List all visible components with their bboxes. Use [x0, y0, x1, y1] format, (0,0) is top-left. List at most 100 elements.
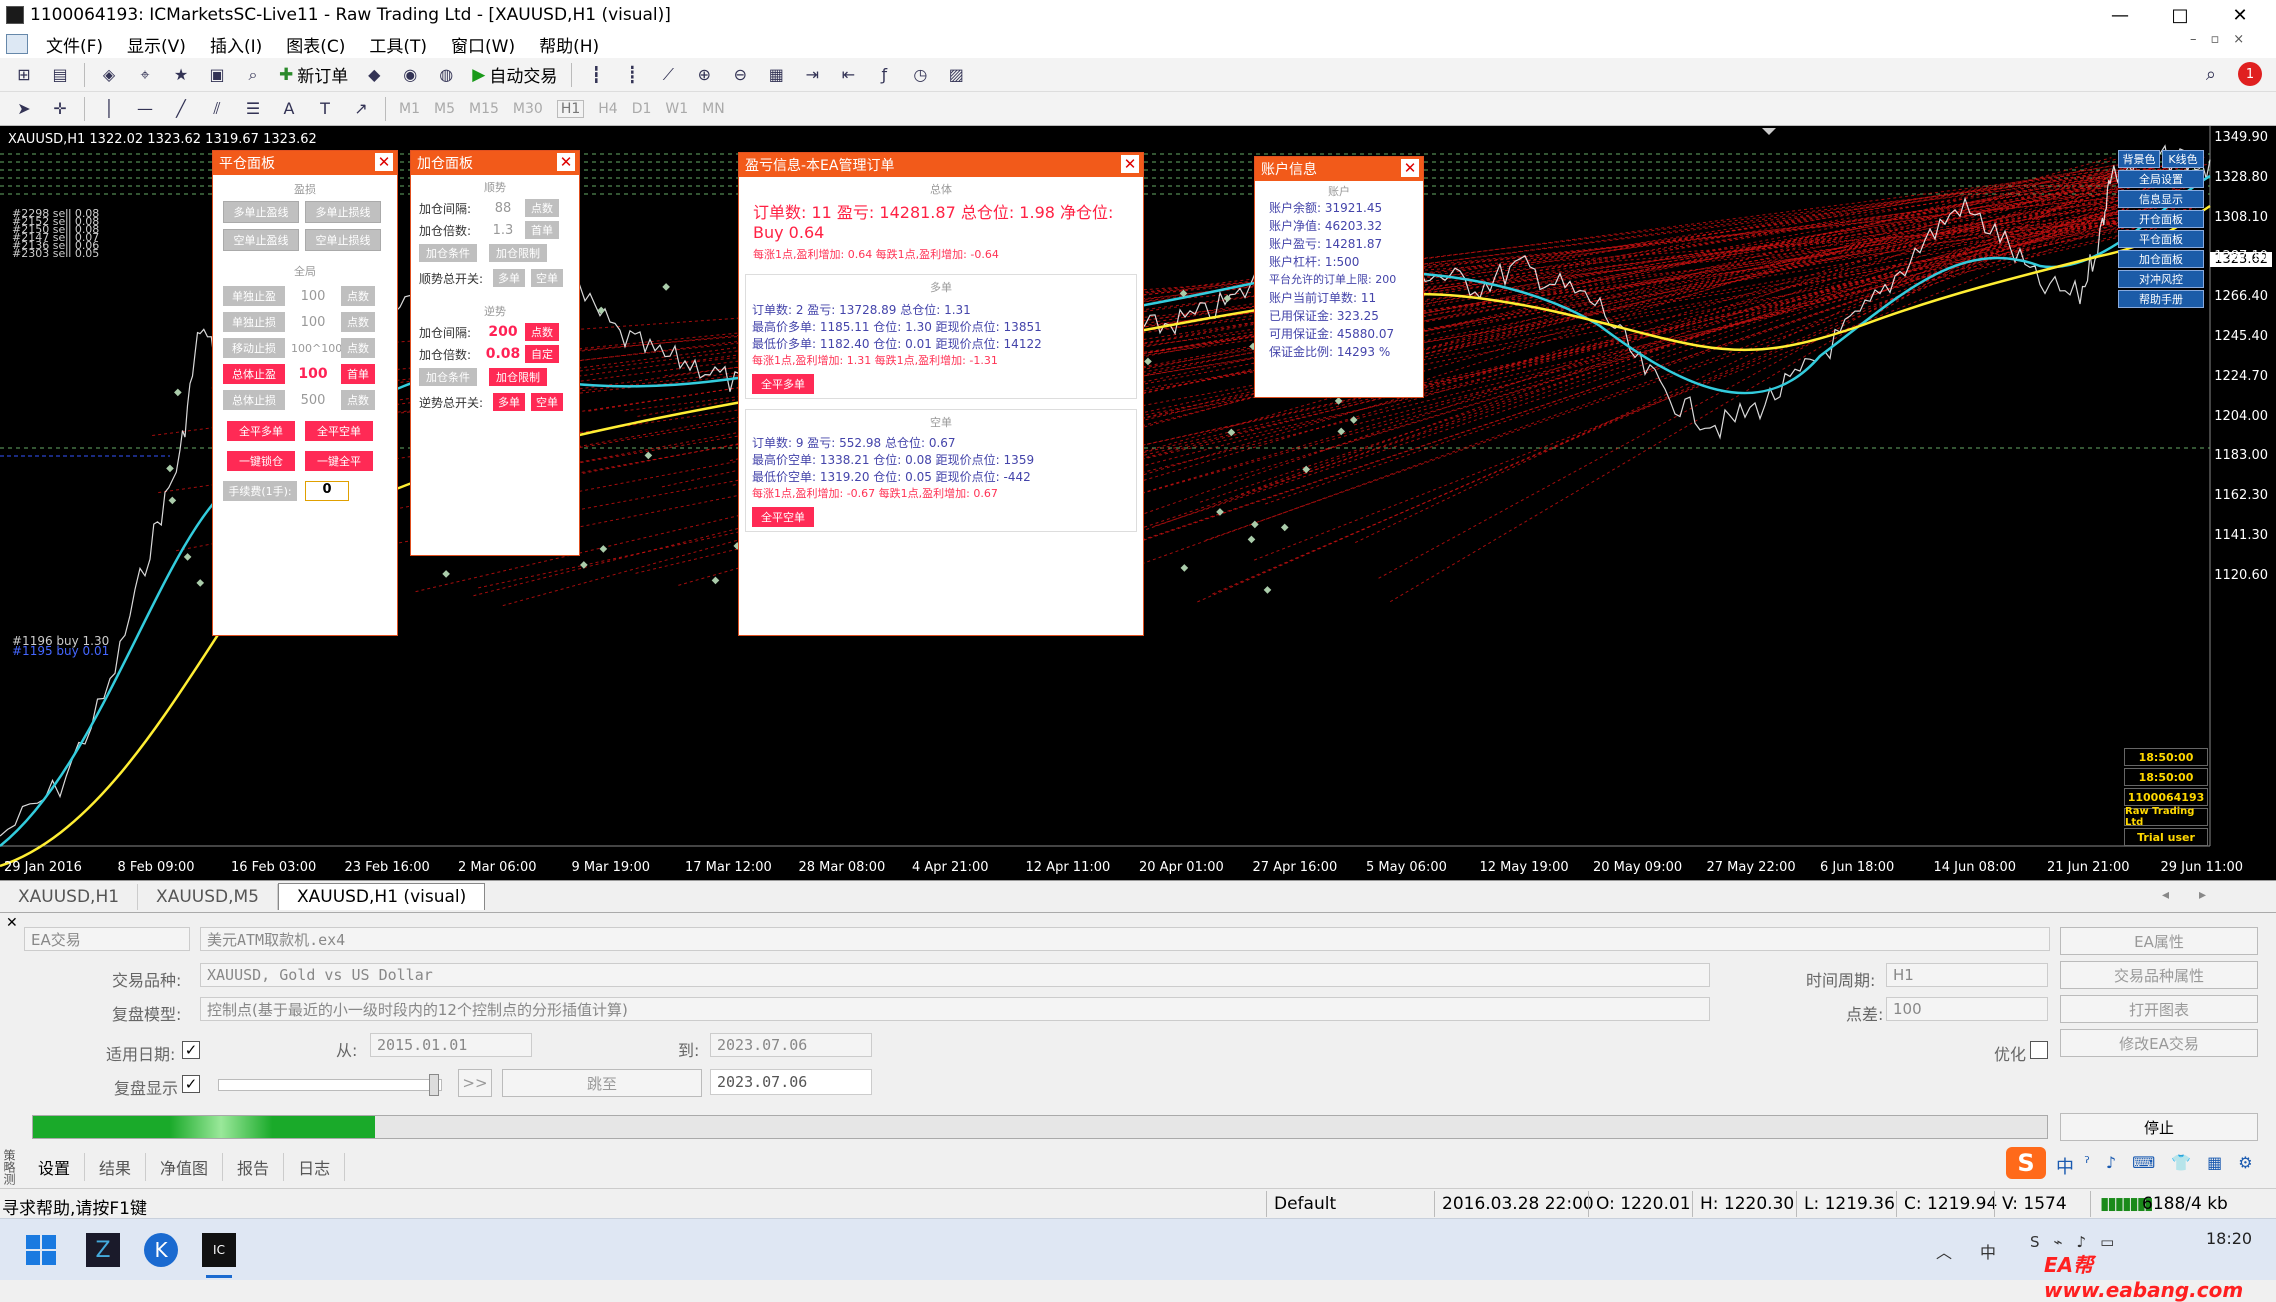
ea-type-select[interactable]: EA交易 — [24, 927, 190, 951]
counter-spacing-value[interactable]: 200 — [481, 324, 525, 340]
auto-trading-button[interactable]: ▶ 自动交易 — [472, 62, 557, 88]
chart-shift-icon[interactable]: ⇥ — [798, 61, 826, 89]
symbol-properties-button[interactable]: 交易品种属性 — [2060, 961, 2258, 989]
total-sl-button[interactable]: 总体止损 — [223, 390, 285, 410]
candlestick-icon[interactable]: ┋ — [618, 61, 646, 89]
model-select[interactable]: 控制点(基于最近的小一级时段内的12个控制点的分形插值计算) — [200, 997, 1710, 1021]
strategy-tester-icon[interactable]: ⌕ — [239, 61, 267, 89]
help-manual-button[interactable]: 帮助手册 — [2118, 290, 2204, 308]
ea-properties-button[interactable]: EA属性 — [2060, 927, 2258, 955]
background-color-button[interactable]: 背景色 — [2118, 150, 2160, 168]
taskbar-mt4-icon[interactable]: IC — [202, 1233, 236, 1267]
ime-toolbar-icons[interactable]: ˀ♪⌨👕▦⚙ — [2084, 1153, 2269, 1172]
autoscroll-icon[interactable]: ⇤ — [834, 61, 862, 89]
total-tp-unit[interactable]: 首单 — [341, 364, 375, 384]
total-sl-value[interactable]: 500 — [291, 393, 335, 408]
channel-icon[interactable]: ⫽ — [203, 95, 231, 123]
tab-report[interactable]: 报告 — [223, 1153, 285, 1181]
fee-input[interactable]: 0 — [305, 481, 349, 501]
single-sl-value[interactable]: 100 — [291, 315, 335, 330]
tf-d1[interactable]: D1 — [632, 101, 652, 117]
menu-window[interactable]: 窗口(W) — [439, 32, 527, 57]
global-settings-button[interactable]: 全局设置 — [2118, 170, 2204, 188]
tf-h4[interactable]: H4 — [598, 101, 617, 117]
pnl-panel-close-icon[interactable]: ✕ — [1121, 155, 1139, 173]
tray-chevron-icon[interactable]: ︿ — [1936, 1239, 1952, 1263]
signals-icon[interactable]: ◉ — [396, 61, 424, 89]
market-icon[interactable]: ◍ — [432, 61, 460, 89]
open-panel-button[interactable]: 开仓面板 — [2118, 210, 2204, 228]
hedge-risk-button[interactable]: 对冲风控 — [2118, 270, 2204, 288]
trailing-sl-button[interactable]: 移动止损 — [223, 338, 285, 358]
short-tp-line-button[interactable]: 空单止盈线 — [223, 229, 299, 251]
single-tp-unit[interactable]: 点数 — [341, 286, 375, 306]
terminal-icon[interactable]: ▣ — [203, 61, 231, 89]
pnl-close-long-button[interactable]: 全平多单 — [752, 374, 814, 394]
trailing-sl-unit[interactable]: 点数 — [341, 338, 375, 358]
tf-m15[interactable]: M15 — [469, 101, 499, 117]
trend-mult-value[interactable]: 1.3 — [481, 223, 525, 238]
menu-tools[interactable]: 工具(T) — [357, 32, 439, 57]
spread-select[interactable]: 100 — [1886, 997, 2048, 1021]
vertical-line-icon[interactable]: │ — [95, 95, 123, 123]
trend-mult-unit[interactable]: 首单 — [525, 221, 559, 239]
close-all-short-button[interactable]: 全平空单 — [305, 421, 373, 441]
tf-h1[interactable]: H1 — [556, 99, 585, 118]
period-select[interactable]: H1 — [1886, 963, 2048, 987]
start-button[interactable] — [26, 1235, 56, 1265]
menu-charts[interactable]: 图表(C) — [274, 32, 357, 57]
tray-clock[interactable]: 18:20 — [2206, 1229, 2252, 1248]
skip-button[interactable]: >> — [458, 1069, 492, 1097]
add-panel-close-icon[interactable]: ✕ — [557, 153, 575, 171]
data-window-icon[interactable]: ⌖ — [131, 61, 159, 89]
counter-condition-button[interactable]: 加仓条件 — [419, 368, 477, 386]
tab-journal[interactable]: 日志 — [284, 1153, 346, 1181]
add-panel-button[interactable]: 加仓面板 — [2118, 250, 2204, 268]
from-date-input[interactable]: 2015.01.01 — [370, 1033, 532, 1057]
tf-mn[interactable]: MN — [702, 101, 725, 117]
counter-long-toggle[interactable]: 多单 — [493, 393, 525, 411]
pnl-close-short-button[interactable]: 全平空单 — [752, 507, 814, 527]
tester-close-icon[interactable]: ✕ — [6, 915, 18, 931]
close-panel-button[interactable]: 平仓面板 — [2118, 230, 2204, 248]
counter-mult-value[interactable]: 0.08 — [481, 346, 525, 362]
cursor-icon[interactable]: ➤ — [10, 95, 38, 123]
tile-windows-icon[interactable]: ▦ — [762, 61, 790, 89]
bar-chart-icon[interactable]: ┇ — [582, 61, 610, 89]
total-sl-unit[interactable]: 点数 — [341, 390, 375, 410]
new-chart-icon[interactable]: ⊞ — [10, 61, 38, 89]
tab-scroll-arrows[interactable]: ◂▸ — [2162, 887, 2236, 903]
child-window-controls[interactable]: –▫× — [2190, 32, 2258, 47]
speed-slider[interactable] — [218, 1074, 442, 1096]
tf-m1[interactable]: M1 — [399, 101, 420, 117]
long-sl-line-button[interactable]: 多单止损线 — [305, 201, 381, 223]
tab-xauusd-h1-visual[interactable]: XAUUSD,H1 (visual) — [277, 883, 486, 910]
tf-m5[interactable]: M5 — [434, 101, 455, 117]
metaeditor-icon[interactable]: ◆ — [360, 61, 388, 89]
indicators-icon[interactable]: ƒ — [870, 61, 898, 89]
use-date-checkbox[interactable]: ✓ — [182, 1041, 200, 1059]
modify-ea-button[interactable]: 修改EA交易 — [2060, 1029, 2258, 1057]
trend-short-toggle[interactable]: 空单 — [531, 269, 563, 287]
short-sl-line-button[interactable]: 空单止损线 — [305, 229, 381, 251]
candle-color-button[interactable]: K线色 — [2162, 150, 2204, 168]
ime-lang-icon[interactable]: 中 — [2056, 1153, 2074, 1179]
line-chart-icon[interactable]: ⟋ — [654, 61, 682, 89]
single-sl-button[interactable]: 单独止损 — [223, 312, 285, 332]
info-display-button[interactable]: 信息显示 — [2118, 190, 2204, 208]
trend-spacing-unit[interactable]: 点数 — [525, 199, 559, 217]
counter-spacing-unit[interactable]: 点数 — [525, 323, 559, 341]
close-all-long-button[interactable]: 全平多单 — [227, 421, 295, 441]
visual-mode-checkbox[interactable]: ✓ — [182, 1075, 200, 1093]
trendline-icon[interactable]: ╱ — [167, 95, 195, 123]
crosshair-icon[interactable]: ✛ — [46, 95, 74, 123]
profiles-icon[interactable]: ▤ — [46, 61, 74, 89]
arrows-icon[interactable]: ↗ — [347, 95, 375, 123]
lock-position-button[interactable]: 一键锁仓 — [227, 451, 295, 471]
to-date-input[interactable]: 2023.07.06 — [710, 1033, 872, 1057]
tab-settings[interactable]: 设置 — [24, 1153, 86, 1181]
symbol-select[interactable]: XAUUSD, Gold vs US Dollar — [200, 963, 1710, 987]
trend-limit-button[interactable]: 加仓限制 — [489, 244, 547, 262]
goto-button[interactable]: 跳至 — [502, 1069, 702, 1097]
speed-slider-handle[interactable] — [429, 1074, 439, 1096]
